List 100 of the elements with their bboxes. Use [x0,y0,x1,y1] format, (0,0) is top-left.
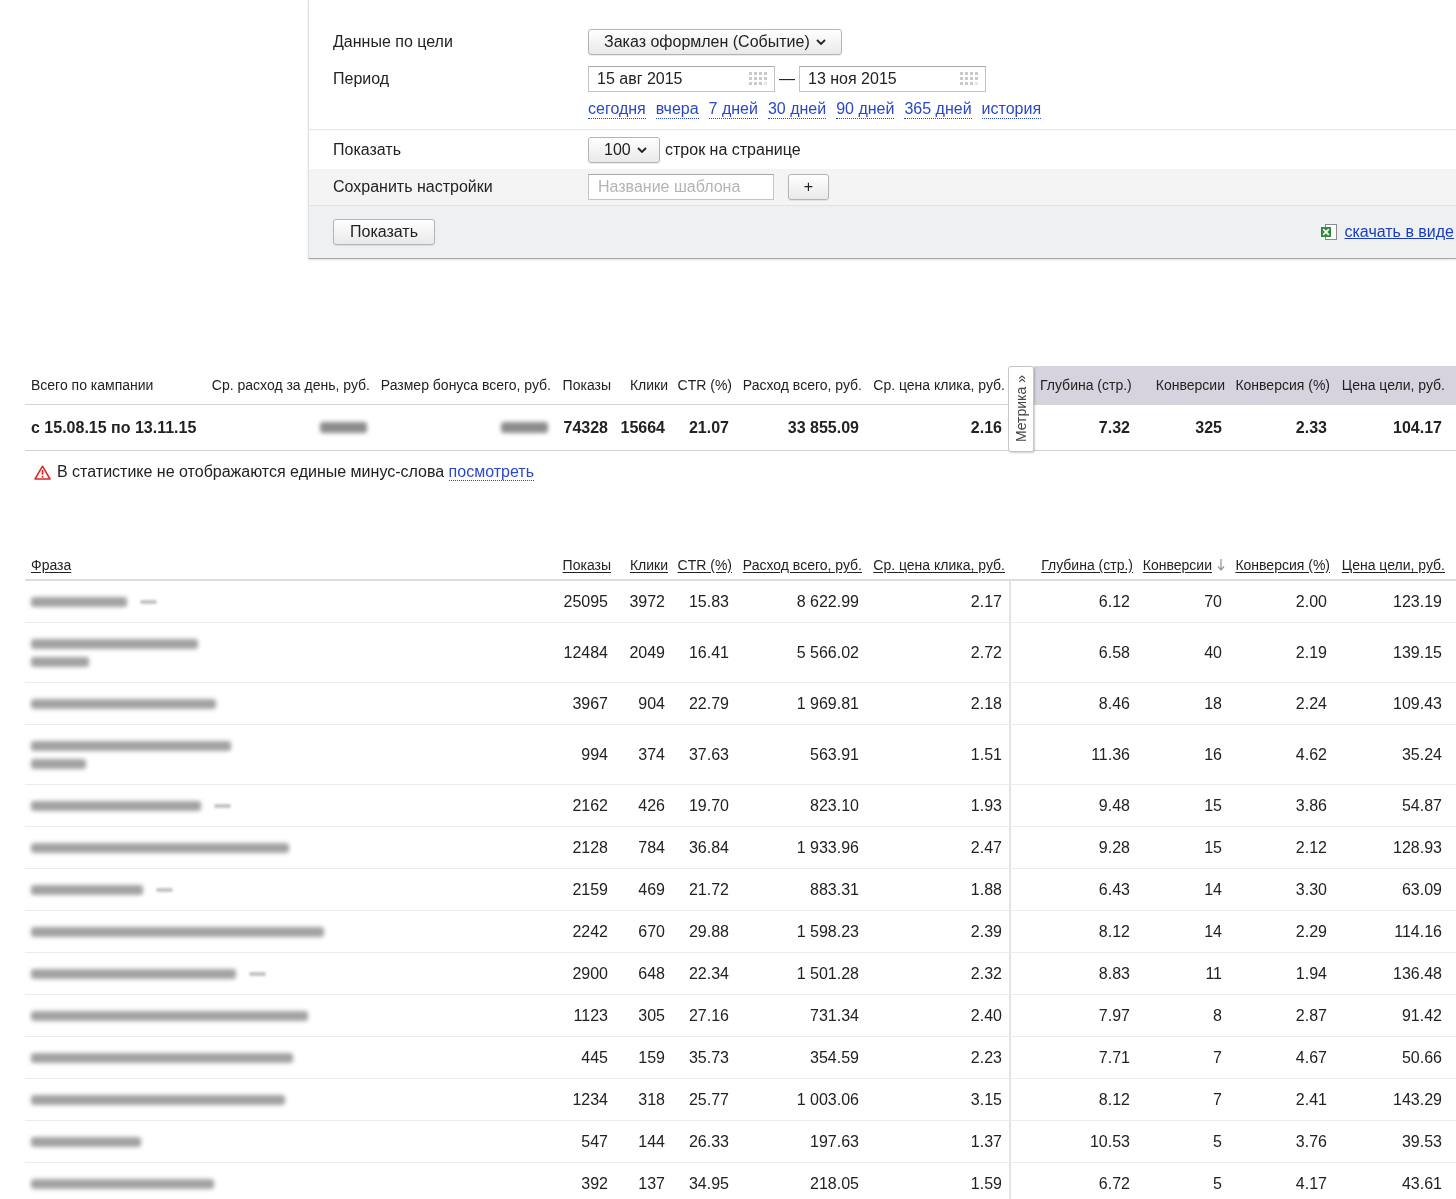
table-cell-text: 36.84 [687,838,730,858]
table-cell-text: 143.29 [1392,1090,1443,1110]
view-link[interactable]: посмотреть [448,463,534,481]
table-cell-text: 159 [637,1048,666,1068]
table-cell-text: 54.87 [1400,796,1443,816]
table-cell-text: 70 [1203,592,1223,612]
table-cell-text: 8 622.99 [795,592,860,612]
column-header-link[interactable]: Конверсия (%) [1235,556,1330,573]
table-cell-text: 547 [580,1132,609,1152]
table-cell-text: 21.72 [687,880,730,900]
date-field[interactable]: 15 авг 2015 [588,66,775,92]
table-cell-text: 2.00 [1294,592,1328,612]
table-cell-text: 16.41 [687,643,730,663]
column-header: Цена цели, руб. [1340,376,1446,395]
goal-select[interactable]: Заказ оформлен (Событие) [588,29,842,55]
calendar-icon[interactable] [749,72,767,85]
date-range-link[interactable]: вчера [655,100,699,119]
column-header-link[interactable]: Конверсии [1142,556,1225,573]
table-cell-text: 8.46 [1097,694,1131,714]
column-header-link[interactable]: Цена цели, руб. [1341,556,1445,573]
table-cell-text: 22.34 [687,964,730,984]
column-header-link[interactable]: Клики [629,556,668,573]
download-link[interactable]: скачать в виде [1320,223,1454,241]
form-label: Сохранить настройки [333,177,494,197]
table-cell-text: 144 [637,1132,666,1152]
table-cell-text: 3.86 [1294,796,1328,816]
date-field[interactable]: 13 ноя 2015 [799,66,986,92]
table-cell-text: 2.18 [969,694,1003,714]
table-cell-text: 5 566.02 [795,643,860,663]
table-cell-text: 6.72 [1097,1174,1131,1194]
table-cell-text: 648 [637,964,666,984]
rows-per-page-select[interactable]: 100 [588,136,660,163]
table-cell-text: 15 [1203,838,1223,858]
table-cell-text: 8.83 [1097,964,1131,984]
table-cell-text: 784 [637,838,666,858]
date-range-link[interactable]: 7 дней [708,100,758,119]
template-name-field[interactable]: Название шаблона [588,174,774,200]
column-header-link[interactable]: Расход всего, руб. [742,556,862,573]
table-cell-text: 43.61 [1400,1174,1443,1194]
table-cell-text: 11 [1204,964,1223,984]
form-label: Показать [333,139,402,160]
date-range-link[interactable]: сегодня [588,100,646,119]
table-cell-text: 25.77 [687,1090,730,1110]
date-range-link[interactable]: 30 дней [767,100,827,119]
date-range-link[interactable]: 90 дней [836,100,895,119]
summary-cell: 7.32 [1034,405,1137,451]
column-header: Размер бонуса всего, руб. [374,366,555,405]
table-cell-text: 1 969.81 [795,694,860,714]
chevron-icon [636,146,647,153]
table-cell-text: 354.59 [809,1048,860,1068]
table-cell-text: 1123 [572,1006,609,1026]
date-range-link[interactable]: 365 дней [904,100,972,119]
table-cell-text: 34.95 [687,1174,730,1194]
column-header-link[interactable]: Фраза [31,556,72,573]
column-header-link[interactable]: Глубина (стр.) [1041,556,1133,573]
table-cell-text: 18 [1203,694,1223,714]
table-cell-text: 15.83 [687,592,730,612]
table-cell-text: 136.48 [1392,964,1443,984]
add-template-button[interactable]: + [788,174,829,200]
form-label: Период [333,69,391,89]
blurred-icon [249,972,266,976]
summary-cell: 15664 [615,405,672,451]
form-label: Данные по цели [333,32,454,52]
table-cell-text: 1.51 [969,745,1003,765]
blurred-icon [214,804,231,808]
column-header-link[interactable]: CTR (%) [677,556,732,573]
metrika-toggle-tab[interactable]: Метрика » [1008,366,1034,452]
column-header: Показы [555,366,615,405]
table-cell-text: 19.70 [687,796,730,816]
column-header: Всего по кампании [25,366,205,405]
summary-cell: 21.07 [672,405,736,451]
date-range-link[interactable]: история [981,100,1042,119]
table-cell-text: 392 [580,1174,609,1194]
column-header-link[interactable]: Показы [562,556,611,573]
table-cell-text: 26.33 [687,1132,730,1152]
table-cell-text: 7.97 [1097,1006,1131,1026]
table-cell-text: 7.71 [1097,1048,1131,1068]
column-header-link[interactable]: Ср. цена клика, руб. [873,556,1005,573]
table-cell-text: 8.12 [1097,1090,1131,1110]
table-cell-text: 10.53 [1088,1132,1131,1152]
summary-cell: 2.33 [1229,405,1334,451]
table-cell-text: 8.12 [1097,922,1131,942]
calendar-icon[interactable] [960,72,978,85]
blurred-value [501,422,548,433]
table-cell-text: 2.12 [1294,838,1328,858]
column-header: Клики [615,366,672,405]
table-cell-text: 22.79 [687,694,730,714]
table-cell-text: 7 [1212,1048,1223,1068]
table-cell-text: 6.12 [1097,592,1131,612]
table-cell-text: 12484 [562,643,609,663]
table-cell-text: 3972 [628,592,666,612]
table-cell-text: 2.19 [1294,643,1328,663]
table-cell-text: 1 003.06 [795,1090,860,1110]
table-cell-text: 2128 [571,838,609,858]
table-cell-text: 445 [580,1048,609,1068]
table-cell-text: 16 [1203,745,1223,765]
show-button[interactable]: Показать [333,219,435,245]
chevron-icon [815,39,826,45]
table-cell-text: 2.29 [1294,922,1328,942]
table-cell-text: 2.39 [969,922,1003,942]
